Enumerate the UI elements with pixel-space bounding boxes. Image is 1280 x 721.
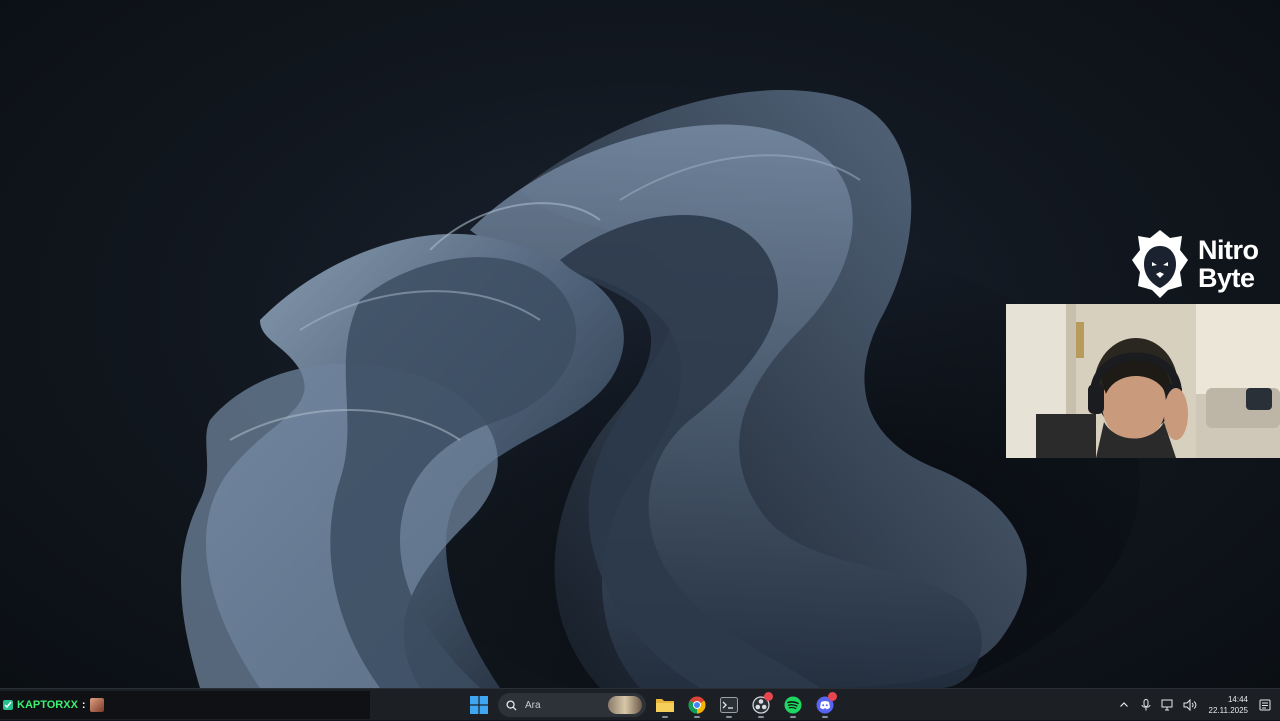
brand-line-2: Byte [1198, 263, 1255, 293]
windows-start-icon [470, 696, 488, 714]
chat-emote-icon [89, 698, 104, 712]
running-indicator [662, 716, 668, 718]
notification-badge [828, 692, 837, 701]
running-indicator [822, 716, 828, 718]
folder-icon [656, 699, 674, 712]
taskbar-search[interactable]: Ara [498, 693, 646, 717]
volume-icon [1183, 699, 1196, 711]
notification-icon [1259, 699, 1271, 711]
chat-badge-icon [3, 700, 13, 710]
taskbar-spotify[interactable] [780, 692, 806, 718]
tray-microphone[interactable] [1135, 689, 1157, 721]
running-indicator [758, 716, 764, 718]
clock-time: 14:44 [1227, 695, 1248, 704]
search-highlight-icon [608, 696, 642, 714]
chrome-icon [688, 696, 706, 714]
tray-network[interactable] [1157, 689, 1179, 721]
microphone-icon [1141, 699, 1151, 711]
running-indicator [694, 716, 700, 718]
running-indicator [726, 716, 732, 718]
start-button[interactable] [466, 692, 492, 718]
chat-overlay: KAPTORXX : [0, 691, 370, 719]
webcam-overlay [1006, 304, 1280, 458]
taskbar: KAPTORXX : Ara 14:44 22.11.2025 [0, 688, 1280, 720]
network-icon [1161, 699, 1173, 711]
clock-date: 22.11.2025 [1208, 706, 1248, 715]
webcam-feed [1006, 304, 1280, 458]
chevron-up-icon [1119, 702, 1128, 707]
tray-overflow-button[interactable] [1113, 689, 1135, 721]
taskbar-file-explorer[interactable] [652, 692, 678, 718]
tray-volume[interactable] [1179, 689, 1201, 721]
taskbar-apps: Ara [466, 692, 838, 718]
search-icon [506, 699, 517, 711]
taskbar-terminal[interactable] [716, 692, 742, 718]
desktop: Nitro Byte [0, 0, 1280, 688]
nitrobyte-watermark: Nitro Byte [1130, 226, 1280, 302]
brand-line-1: Nitro [1198, 235, 1259, 265]
spotify-icon [784, 696, 802, 714]
taskbar-obs[interactable] [748, 692, 774, 718]
notification-badge [764, 692, 773, 701]
chat-separator: : [81, 699, 86, 711]
search-placeholder: Ara [525, 699, 541, 711]
running-indicator [790, 716, 796, 718]
system-tray: 14:44 22.11.2025 [1113, 689, 1280, 721]
clock[interactable]: 14:44 22.11.2025 [1209, 694, 1248, 716]
taskbar-discord[interactable] [812, 692, 838, 718]
taskbar-chrome[interactable] [684, 692, 710, 718]
terminal-icon [720, 697, 738, 713]
lion-logo-icon [1132, 230, 1188, 298]
chat-username: KAPTORXX [17, 699, 78, 711]
notification-center-button[interactable] [1254, 689, 1276, 721]
